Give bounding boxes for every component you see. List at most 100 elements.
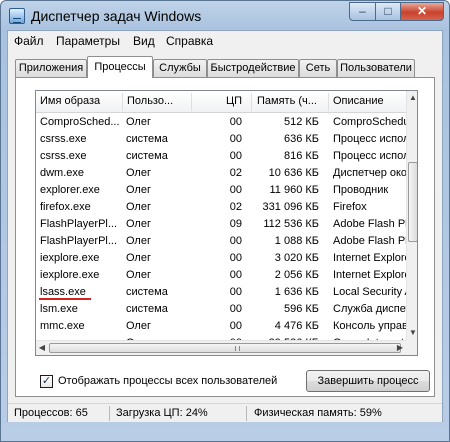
table-cell: ComproSched...	[40, 116, 120, 128]
table-cell: Диспетчер окон	[333, 167, 406, 179]
table-row[interactable]: mmc.exe Олег 00 4 476 КБ Консоль управл	[36, 318, 406, 335]
table-cell: Процесс исполн	[333, 150, 406, 162]
table-row[interactable]: dwm.exe Олег 02 10 636 КБ Диспетчер окон	[36, 165, 406, 182]
menu-options[interactable]: Параметры	[56, 34, 120, 48]
table-cell: Олег	[126, 252, 151, 264]
table-row[interactable]: lsm.exe система 00 596 КБ Служба диспет	[36, 301, 406, 318]
col-memory[interactable]: Память (ч...	[257, 95, 327, 107]
table-row[interactable]: firefox.exe Олег 02 331 096 КБ Firefox	[36, 199, 406, 216]
tab-applications[interactable]: Приложения	[15, 59, 87, 77]
table-row[interactable]: iexplore.exe Олег 00 2 056 КБ Internet Explo…	[36, 267, 406, 284]
table-row-lsass[interactable]: lsass.exe система 00 1 636 КБ Local Security…	[36, 284, 406, 301]
table-cell: Олег	[126, 218, 151, 230]
table-row[interactable]: ComproSched...Олег00512 КБComproSchedule	[36, 114, 406, 131]
close-button[interactable]: ✕	[400, 2, 444, 21]
divider	[251, 93, 252, 111]
table-cell: 3 020 КБ	[274, 252, 319, 264]
horizontal-scroll-thumb[interactable]	[49, 343, 401, 353]
tab-network[interactable]: Сеть	[299, 59, 337, 77]
tab-services[interactable]: Службы	[153, 59, 207, 77]
table-cell: 596 КБ	[283, 303, 319, 315]
table-cell: Олег	[126, 269, 151, 281]
process-list[interactable]: Имя образа Пользо... ЦП Память (ч... Опи…	[35, 90, 418, 356]
table-cell: Процесс исполн	[333, 133, 406, 145]
col-description[interactable]: Описание	[333, 95, 403, 107]
table-row[interactable]: FlashPlayerPl... Олег 00 1 088 КБ Adobe Flas…	[36, 233, 406, 250]
show-all-users-label[interactable]: Отображать процессы всех пользователей	[58, 375, 277, 387]
table-cell: Консоль управл	[333, 320, 406, 332]
table-cell: ComproSchedule	[333, 116, 406, 128]
table-cell: Олег	[126, 116, 151, 128]
tab-users[interactable]: Пользователи	[337, 59, 415, 77]
status-bar: Процессов: 65 Загрузка ЦП: 24% Физическа…	[8, 403, 442, 422]
table-row[interactable]: csrss.exeсистема00636 КБПроцесс исполн	[36, 131, 406, 148]
title-bar[interactable]: Диспетчер задач Windows – □ ✕	[1, 1, 449, 31]
client-area: Файл Параметры Вид Справка Приложения Пр…	[7, 30, 443, 422]
table-cell: система	[126, 133, 168, 145]
table-cell: Local Security Au	[333, 286, 406, 298]
table-cell: 1 088 КБ	[274, 235, 319, 247]
scroll-right-arrow-icon[interactable]: ▶	[394, 341, 406, 355]
minimize-button[interactable]: –	[349, 2, 376, 21]
table-cell: 636 КБ	[283, 133, 319, 145]
lsass-red-underline	[39, 298, 91, 300]
table-cell: iexplore.exe	[40, 252, 100, 264]
status-cpu: Загрузка ЦП: 24%	[116, 407, 208, 419]
vertical-scrollbar[interactable]: ▲ ▼	[406, 91, 417, 340]
table-cell: 11 960 КБ	[269, 184, 319, 196]
col-cpu[interactable]: ЦП	[208, 95, 242, 107]
table-cell: Олег	[126, 167, 151, 179]
table-row[interactable]: FlashPlayerPl... Олег 09 112 536 КБ Adobe Fl…	[36, 216, 406, 233]
table-cell: iexplore.exe	[40, 269, 100, 281]
divider	[328, 93, 329, 111]
table-cell: dwm.exe	[40, 167, 85, 179]
tab-processes[interactable]: Процессы	[87, 56, 153, 78]
menu-view[interactable]: Вид	[133, 34, 155, 48]
task-manager-window: Диспетчер задач Windows – □ ✕ Файл Парам…	[0, 0, 450, 442]
table-cell: Проводник	[333, 184, 389, 196]
col-user[interactable]: Пользо...	[127, 95, 189, 107]
scroll-left-arrow-icon[interactable]: ◀	[36, 341, 48, 355]
table-cell: Adobe Flash Play	[333, 218, 406, 230]
scroll-down-arrow-icon[interactable]: ▼	[407, 326, 417, 340]
table-cell: система	[126, 286, 168, 298]
table-cell: lsass.exe	[40, 286, 86, 298]
horizontal-scrollbar[interactable]: ◀ ▶	[36, 340, 406, 355]
processes-panel: Имя образа Пользо... ЦП Память (ч... Опи…	[15, 77, 435, 397]
table-cell: 2 056 КБ	[274, 269, 319, 281]
end-process-button[interactable]: Завершить процесс	[306, 370, 430, 392]
table-cell: lsm.exe	[40, 303, 78, 315]
table-cell: 4 476 КБ	[274, 320, 319, 332]
menu-file[interactable]: Файл	[14, 34, 44, 48]
vertical-scroll-thumb[interactable]	[408, 162, 417, 242]
maximize-button[interactable]: □	[375, 2, 401, 21]
table-cell: система	[126, 150, 168, 162]
table-cell: csrss.exe	[40, 133, 87, 145]
table-cell: Олег	[126, 184, 151, 196]
table-cell: explorer.exe	[40, 184, 100, 196]
divider	[235, 346, 240, 351]
table-cell: 512 КБ	[283, 116, 319, 128]
table-cell: Олег	[126, 235, 151, 247]
table-cell: 112 536 КБ	[263, 218, 319, 230]
table-cell: FlashPlayerPl...	[40, 235, 118, 247]
tab-performance[interactable]: Быстродействие	[207, 59, 299, 77]
table-cell: mmc.exe	[40, 320, 85, 332]
col-image-name[interactable]: Имя образа	[40, 95, 122, 107]
table-row[interactable]: explorer.exe Олег 00 11 960 КБ Проводник	[36, 182, 406, 199]
table-cell: Олег	[126, 201, 151, 213]
menu-help[interactable]: Справка	[166, 34, 213, 48]
table-cell: firefox.exe	[40, 201, 91, 213]
scroll-up-arrow-icon[interactable]: ▲	[407, 91, 417, 105]
table-cell: 1 636 КБ	[274, 286, 319, 298]
status-memory: Физическая память: 59%	[254, 407, 382, 419]
table-row[interactable]: iexplore.exe Олег 00 3 020 КБ Internet Explo…	[36, 250, 406, 267]
window-title: Диспетчер задач Windows	[31, 8, 202, 24]
tab-strip: Приложения Процессы Службы Быстродействи…	[15, 56, 435, 78]
table-cell: 331 096 КБ	[262, 201, 319, 213]
scroll-corner	[406, 340, 417, 355]
table-cell: Служба диспет	[333, 303, 406, 315]
show-all-users-checkbox[interactable]: ✓	[40, 375, 53, 388]
table-row[interactable]: csrss.exeсистема00816 КБПроцесс исполн	[36, 148, 406, 165]
table-cell: Firefox	[333, 201, 367, 213]
